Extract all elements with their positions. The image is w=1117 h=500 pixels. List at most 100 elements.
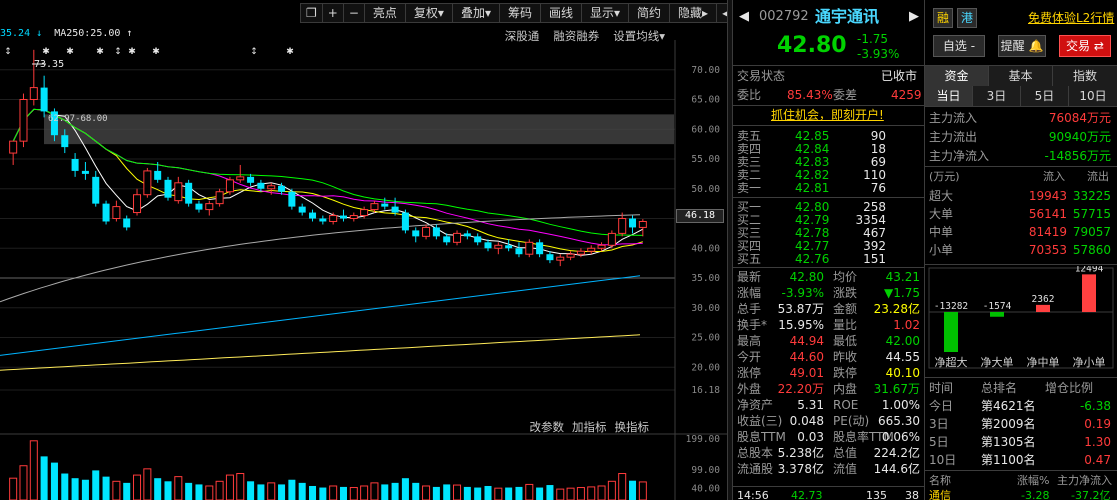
- stat-value: 23.28亿: [873, 302, 920, 316]
- event-marker-icon[interactable]: ✱: [66, 47, 74, 57]
- volume-bar: [215, 480, 224, 500]
- tab-today[interactable]: 当日: [925, 86, 973, 106]
- event-marker-icon[interactable]: ✱: [286, 47, 294, 57]
- rank-ratio: -6.38: [1079, 399, 1111, 413]
- flow-bar-value: -13282: [934, 301, 968, 312]
- fund-flow-panel: 融 港 免费体验L2行情 自选 - 提醒 🔔 交易 ⇄ 资金 基本 指数 当日 …: [925, 0, 1117, 500]
- volume-bar: [133, 474, 142, 500]
- price-tick: 40.00: [691, 243, 720, 254]
- tab-5day[interactable]: 5日: [1021, 86, 1069, 106]
- candle-body: [123, 218, 131, 228]
- volume-bar: [339, 486, 347, 500]
- volume-bar: [309, 485, 317, 500]
- ma-settings-link[interactable]: 设置均线▾: [613, 28, 665, 44]
- price-tick: 50.00: [691, 184, 720, 195]
- flow-bar-value: -1574: [983, 301, 1012, 312]
- tab-index[interactable]: 指数: [1053, 66, 1117, 86]
- candle-body: [463, 233, 471, 237]
- watchlist-button[interactable]: 自选 -: [933, 35, 985, 57]
- add-indicator-link[interactable]: 加指标: [572, 419, 607, 435]
- volume-bar: [50, 462, 58, 500]
- candle-body: [257, 182, 265, 189]
- event-marker-icon[interactable]: ✱: [42, 47, 50, 57]
- bell-icon: 🔔: [1028, 39, 1044, 53]
- tab-basic[interactable]: 基本: [989, 66, 1053, 86]
- alert-button[interactable]: 提醒 🔔: [998, 35, 1046, 57]
- candle-body: [474, 236, 482, 243]
- stat-value: 53.87万: [777, 302, 824, 316]
- toolbar-highlight-button[interactable]: 亮点: [365, 4, 406, 22]
- event-marker-icon[interactable]: ✱: [128, 47, 136, 57]
- tab-3day[interactable]: 3日: [973, 86, 1021, 106]
- volume-bar: [236, 473, 245, 500]
- candle-body: [205, 203, 214, 211]
- margin-badge[interactable]: 融: [933, 8, 953, 28]
- weicha-value: 4259: [891, 88, 922, 102]
- volume-bar: [298, 482, 306, 500]
- toolbar-hide-button[interactable]: 隐藏▸: [670, 4, 718, 22]
- volume-bar: [607, 480, 616, 500]
- event-marker-icon[interactable]: ↕: [4, 47, 12, 57]
- flow-bar-label: 净小单: [1073, 355, 1106, 369]
- volume-bar: [112, 480, 121, 500]
- minus-icon[interactable]: −: [344, 4, 365, 22]
- trade-button[interactable]: 交易 ⇄: [1059, 35, 1111, 57]
- event-marker-icon[interactable]: ✱: [96, 47, 104, 57]
- rank-value: 第1100名: [981, 453, 1036, 467]
- weibi-label: 委比: [737, 88, 762, 102]
- event-marker-icon[interactable]: ↕: [114, 47, 122, 57]
- candle-body: [298, 206, 306, 213]
- open-account-ad[interactable]: 抓住机会，即刻开户!: [771, 108, 884, 122]
- quote-panel: ◀ 002792 通宇通讯 ▶ 42.80 -1.75 -3.93% 交易状态 …: [733, 0, 925, 500]
- tab-funds[interactable]: 资金: [925, 66, 989, 86]
- l2-trial-link[interactable]: 免费体验L2行情: [1028, 11, 1114, 25]
- margin-link[interactable]: 融资融券: [553, 28, 599, 44]
- bid-price: 42.77: [795, 239, 830, 253]
- toolbar-display-button[interactable]: 显示▾: [582, 4, 630, 22]
- toolbar-adjust-button[interactable]: 复权▾: [406, 4, 453, 22]
- flow-row-label: 超大: [929, 189, 954, 203]
- stat-value: 44.94: [789, 334, 824, 348]
- stat-value: 43.21: [885, 270, 920, 284]
- plus-icon[interactable]: +: [323, 4, 344, 22]
- candle-body: [247, 176, 255, 183]
- next-stock-icon[interactable]: ▶: [909, 10, 919, 24]
- sector-name[interactable]: 通信: [929, 489, 951, 500]
- flow-bar-label: 净大单: [981, 355, 1014, 369]
- event-marker-icon[interactable]: ✱: [152, 47, 160, 57]
- flow-bar-value: 2362: [1032, 294, 1055, 305]
- connect-link[interactable]: 深股通: [505, 28, 540, 44]
- price-tick: 16.18: [691, 385, 720, 396]
- ask-label: 卖一: [737, 181, 762, 195]
- switch-indicator-link[interactable]: 换指标: [615, 419, 650, 435]
- info-tabs: 资金 基本 指数: [925, 65, 1117, 87]
- flow-bar-label: 净中单: [1027, 355, 1060, 369]
- ask-label: 卖四: [737, 142, 762, 156]
- tick-count: 38: [905, 489, 919, 500]
- toolbar-overlay-button[interactable]: 叠加▾: [453, 4, 500, 22]
- tab-10day[interactable]: 10日: [1069, 86, 1117, 106]
- event-marker-icon[interactable]: ↕: [250, 47, 258, 57]
- toolbar-draw-button[interactable]: 画线: [541, 4, 582, 22]
- ask-price: 42.81: [795, 181, 830, 195]
- window-restore-icon[interactable]: ❐: [301, 4, 323, 22]
- volume-bar: [629, 480, 637, 500]
- stat-value: 0.03: [797, 430, 824, 444]
- edit-params-link[interactable]: 改参数: [530, 419, 565, 435]
- candle-body: [319, 218, 327, 222]
- stat-value: 42.80: [789, 270, 824, 284]
- volume-bar: [474, 487, 482, 500]
- trade-label: 交易: [1066, 39, 1091, 53]
- prev-stock-icon[interactable]: ◀: [739, 10, 749, 24]
- price-tick: 30.00: [691, 303, 720, 314]
- price-tick: 55.00: [691, 154, 720, 165]
- toolbar-chips-button[interactable]: 筹码: [500, 4, 541, 22]
- sector-name-header: 名称: [929, 474, 951, 487]
- kline-chart-panel[interactable]: 70.0065.0060.0055.0050.0045.0040.0035.00…: [0, 0, 753, 500]
- toolbar-simple-button[interactable]: 简约: [629, 4, 671, 22]
- indicator-links: 改参数 加指标 换指标: [530, 419, 650, 435]
- hk-connect-badge[interactable]: 港: [957, 8, 977, 28]
- candle-body: [102, 203, 110, 222]
- ask-volume: 76: [870, 181, 886, 195]
- bid-volume: 392: [863, 239, 886, 253]
